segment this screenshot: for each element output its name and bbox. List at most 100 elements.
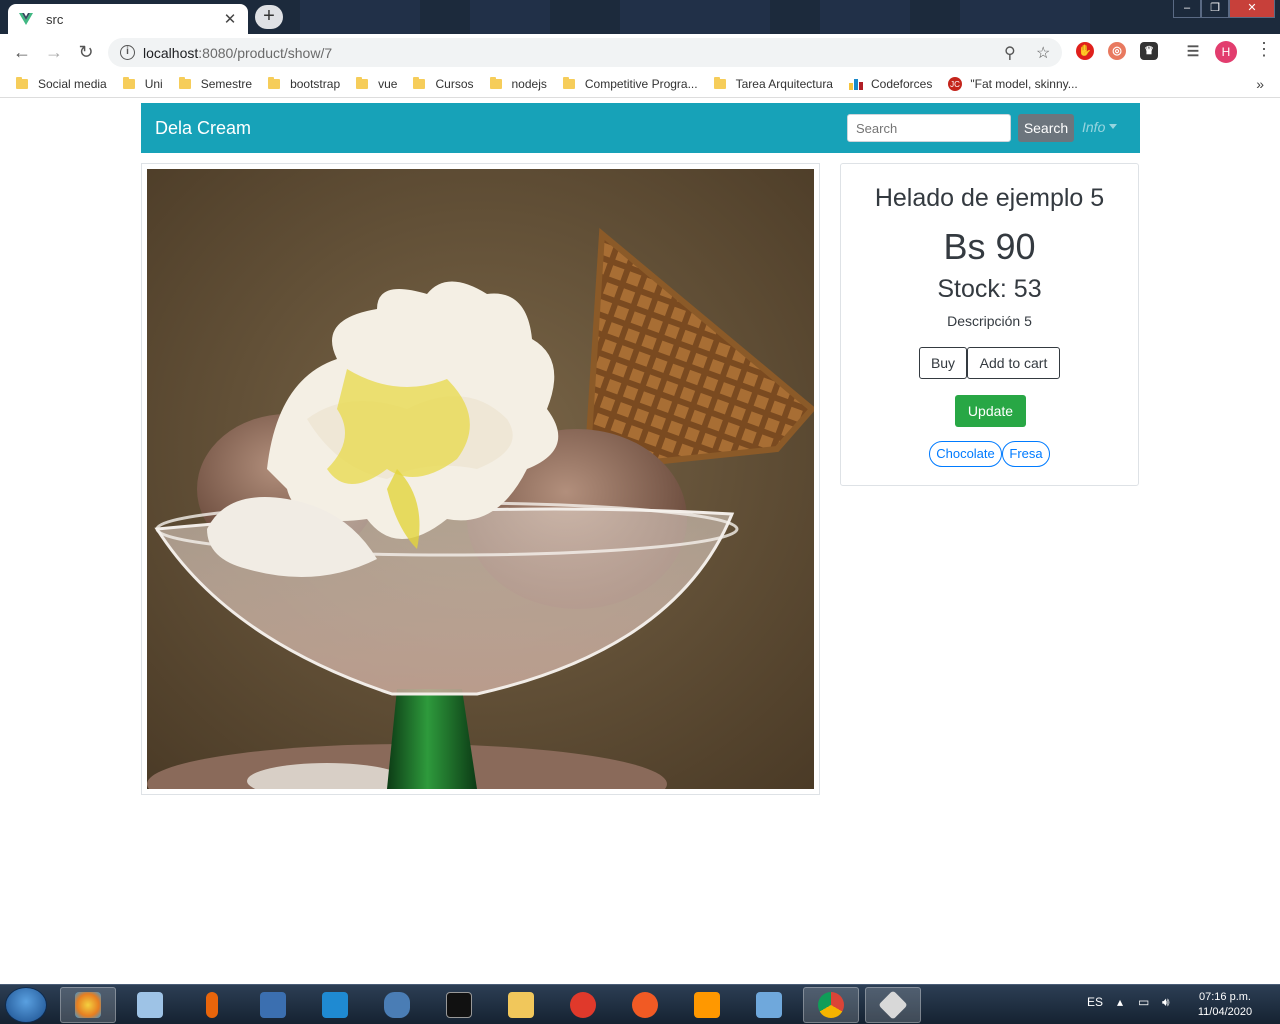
virtualbox-icon: [756, 992, 782, 1018]
reload-icon[interactable]: ↻: [70, 36, 102, 68]
taskbar-app-vscode[interactable]: [307, 987, 363, 1023]
sublime-icon: [694, 992, 720, 1018]
taskbar-app-git[interactable]: [865, 987, 921, 1023]
taskbar-app-pen[interactable]: [617, 987, 673, 1023]
bookmark-item[interactable]: Tarea Arquitectura: [713, 76, 833, 91]
brand-link[interactable]: Dela Cream: [155, 118, 251, 139]
add-to-cart-button[interactable]: Add to cart: [967, 347, 1060, 379]
product-description: Descripción 5: [947, 313, 1032, 329]
search-input[interactable]: [847, 114, 1011, 142]
network-icon[interactable]: ▭: [1138, 995, 1149, 1009]
box-icon: [260, 992, 286, 1018]
elephant-icon: [384, 992, 410, 1018]
site-icon: JC: [948, 76, 963, 91]
paint-icon: [75, 992, 101, 1018]
folder-icon: [268, 76, 281, 89]
taskbar-app-sublime[interactable]: [679, 987, 735, 1023]
taskbar-app-ccleaner[interactable]: [555, 987, 611, 1023]
tab-title: src: [46, 11, 64, 27]
vscode-icon: [322, 992, 348, 1018]
bookmark-star-icon[interactable]: ☆: [1036, 43, 1050, 63]
flavor-tag-chocolate[interactable]: Chocolate: [929, 441, 1002, 467]
maximize-icon[interactable]: ❐: [1201, 0, 1229, 18]
flavor-tag-fresa[interactable]: Fresa: [1002, 441, 1050, 467]
crown-extension-icon[interactable]: ♛: [1140, 42, 1158, 60]
folder-icon: [413, 76, 426, 89]
chrome-icon: [818, 992, 844, 1018]
taskbar-app-terminal[interactable]: [431, 987, 487, 1023]
codeforces-icon: [848, 78, 863, 90]
bookmark-item[interactable]: vue: [356, 76, 397, 91]
bookmark-item[interactable]: Uni: [122, 76, 163, 91]
taskbar-app-explorer[interactable]: [493, 987, 549, 1023]
product-price: Bs 90: [943, 226, 1036, 267]
chrome-menu-icon[interactable]: ⋮: [1255, 39, 1273, 60]
folder-icon: [16, 76, 28, 89]
vue-logo-icon: [19, 13, 33, 25]
url-text: localhost:8080/product/show/7: [143, 44, 333, 61]
product-name: Helado de ejemplo 5: [874, 184, 1105, 212]
show-hidden-icons-icon[interactable]: ▴: [1117, 995, 1123, 1009]
taskbar-app-microphone[interactable]: [184, 987, 240, 1023]
browser-titlebar: src ✕ + – ❐ ✕: [0, 0, 1280, 34]
taskbar-app-virtualbox-cube[interactable]: [122, 987, 178, 1023]
bookmark-item[interactable]: Semestre: [178, 76, 252, 91]
bookmarks-bar: Social media Uni Semestre bootstrap vue …: [0, 70, 1280, 98]
buy-button[interactable]: Buy: [919, 347, 967, 379]
language-indicator[interactable]: ES: [1087, 995, 1103, 1009]
info-dropdown[interactable]: Info: [1082, 119, 1117, 135]
app-navbar: Dela Cream Search Info: [141, 103, 1140, 153]
product-stock: Stock: 53: [937, 275, 1042, 303]
media-extension-icon[interactable]: ☰: [1184, 42, 1202, 60]
privacy-extension-icon[interactable]: ◎: [1108, 42, 1126, 60]
clock-date: 11/04/2020: [1197, 1006, 1253, 1018]
minimize-icon[interactable]: –: [1173, 0, 1201, 18]
bookmark-item[interactable]: JC "Fat model, skinny...: [948, 76, 1078, 91]
bookmark-item[interactable]: Cursos: [413, 76, 474, 91]
folder-icon: [356, 76, 369, 89]
bookmark-item[interactable]: Competitive Progra...: [562, 76, 698, 91]
folder-icon: [122, 76, 135, 89]
bookmark-item[interactable]: nodejs: [489, 76, 547, 91]
taskbar-app-virtualbox[interactable]: [741, 987, 797, 1023]
clock-time: 07:16 p.m.: [1199, 991, 1251, 1003]
bookmark-item[interactable]: Social media: [16, 76, 107, 91]
os-taskbar: ES ▴ ▭ 🔊︎ 07:16 p.m. 11/04/2020: [0, 984, 1280, 1024]
browser-tab[interactable]: src ✕: [8, 4, 248, 34]
ccleaner-icon: [570, 992, 596, 1018]
adblock-extension-icon[interactable]: ✋: [1076, 42, 1094, 60]
close-window-icon[interactable]: ✕: [1229, 0, 1275, 18]
profile-avatar[interactable]: H: [1215, 41, 1237, 63]
bookmarks-overflow-icon[interactable]: »: [1256, 76, 1264, 92]
start-menu-button[interactable]: [5, 987, 47, 1023]
taskbar-app-box[interactable]: [245, 987, 301, 1023]
zoom-icon[interactable]: ⚲: [1004, 43, 1016, 63]
microphone-icon: [206, 992, 218, 1018]
folder-icon: [178, 76, 191, 89]
taskbar-app-chrome[interactable]: [803, 987, 859, 1023]
forward-icon[interactable]: →: [38, 36, 70, 68]
folder-icon: [489, 76, 502, 89]
new-tab-button[interactable]: +: [255, 5, 283, 29]
folder-icon: [562, 76, 575, 89]
search-button[interactable]: Search: [1018, 114, 1074, 142]
product-image: [147, 169, 814, 789]
back-icon[interactable]: ←: [6, 36, 38, 68]
svg-text:JC: JC: [950, 80, 960, 89]
product-card: Helado de ejemplo 5 Bs 90 Stock: 53 Desc…: [840, 163, 1139, 486]
tab-close-icon[interactable]: ✕: [222, 10, 238, 28]
product-image-frame: [141, 163, 820, 795]
taskbar-app-postgres[interactable]: [369, 987, 425, 1023]
site-info-icon[interactable]: i: [120, 45, 135, 60]
volume-icon[interactable]: 🔊︎: [1162, 995, 1170, 1010]
bookmark-item[interactable]: Codeforces: [848, 77, 932, 91]
bookmark-item[interactable]: bootstrap: [268, 76, 340, 91]
update-button[interactable]: Update: [955, 395, 1026, 427]
pen-icon: [632, 992, 658, 1018]
system-clock[interactable]: 07:16 p.m. 11/04/2020: [1190, 990, 1260, 1020]
taskbar-app-paint[interactable]: [60, 987, 116, 1023]
terminal-icon: [446, 992, 472, 1018]
cube-icon: [137, 992, 163, 1018]
address-bar[interactable]: i localhost:8080/product/show/7 ⚲ ☆: [108, 38, 1062, 67]
git-icon: [878, 990, 908, 1020]
